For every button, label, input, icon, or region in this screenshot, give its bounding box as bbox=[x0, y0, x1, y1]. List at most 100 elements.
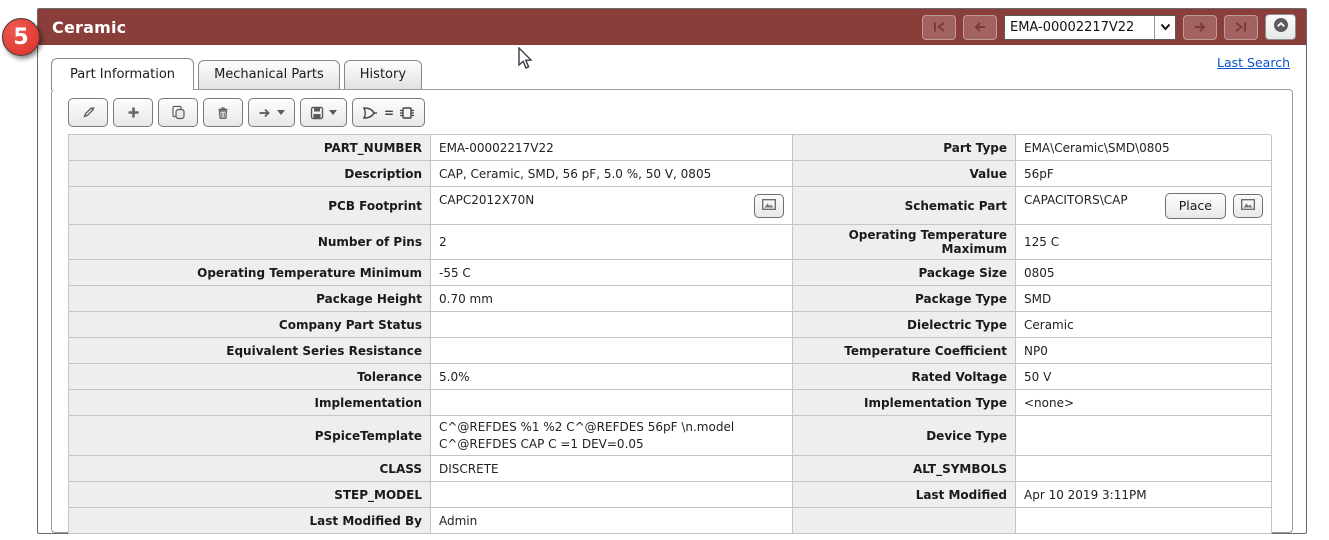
pencil-icon bbox=[81, 105, 96, 120]
tab-mechanical-parts[interactable]: Mechanical Parts bbox=[198, 60, 340, 89]
caret-down-icon bbox=[329, 110, 337, 115]
field-value: 56pF bbox=[1016, 161, 1272, 187]
field-value: Ceramic bbox=[1016, 312, 1272, 338]
field-label: Description bbox=[69, 161, 431, 187]
selected-part-number: EMA-00002217V22 bbox=[1010, 19, 1135, 35]
edit-button[interactable] bbox=[68, 98, 108, 127]
tab-bar: Part Information Mechanical Parts Histor… bbox=[51, 58, 1293, 90]
tab-history[interactable]: History bbox=[343, 60, 423, 89]
field-value bbox=[431, 312, 793, 338]
part-attributes-table: PART_NUMBER EMA-00002217V22 Part Type EM… bbox=[68, 134, 1272, 534]
field-label: Rated Voltage bbox=[793, 364, 1016, 390]
arrow-left-icon bbox=[973, 21, 987, 33]
field-value: <none> bbox=[1016, 390, 1272, 416]
arrow-right-icon bbox=[1193, 21, 1207, 33]
chip-icon bbox=[399, 106, 415, 120]
field-label: Equivalent Series Resistance bbox=[69, 338, 431, 364]
field-label: Number of Pins bbox=[69, 225, 431, 260]
circle-up-arrow-icon bbox=[1273, 17, 1289, 37]
field-label: ALT_SYMBOLS bbox=[793, 456, 1016, 482]
field-value: EMA\Ceramic\SMD\0805 bbox=[1016, 135, 1272, 161]
part-number-select[interactable]: EMA-00002217V22 bbox=[1004, 14, 1176, 40]
field-value: 2 bbox=[431, 225, 793, 260]
header-bar: Ceramic EMA-00002217V22 bbox=[38, 9, 1306, 45]
field-label: Company Part Status bbox=[69, 312, 431, 338]
field-label: STEP_MODEL bbox=[69, 482, 431, 508]
field-value: EMA-00002217V22 bbox=[431, 135, 793, 161]
logic-gate-icon bbox=[362, 106, 379, 120]
field-label: Device Type bbox=[793, 416, 1016, 456]
schematic-part-value: CAPACITORS\CAP bbox=[1024, 193, 1128, 207]
symbol-footprint-check-button[interactable]: = bbox=[352, 98, 426, 127]
copy-button[interactable] bbox=[158, 98, 198, 127]
schematic-part-actions: Place bbox=[1164, 192, 1263, 219]
annotation-badge: 5 bbox=[2, 18, 40, 56]
field-label: Part Type bbox=[793, 135, 1016, 161]
arrow-right-icon bbox=[258, 107, 272, 119]
field-value: NP0 bbox=[1016, 338, 1272, 364]
field-label: Temperature Coefficient bbox=[793, 338, 1016, 364]
field-label: Package Size bbox=[793, 260, 1016, 286]
field-label bbox=[793, 508, 1016, 534]
field-value: Apr 10 2019 3:11PM bbox=[1016, 482, 1272, 508]
next-part-button[interactable] bbox=[1183, 14, 1217, 40]
equals-icon: = bbox=[384, 105, 395, 120]
image-icon bbox=[1241, 198, 1255, 213]
chevron-down-icon bbox=[1154, 15, 1175, 39]
collapse-header-button[interactable] bbox=[1265, 14, 1296, 40]
add-button[interactable] bbox=[113, 98, 153, 127]
field-label: Operating Temperature Maximum bbox=[793, 225, 1016, 260]
field-value: SMD bbox=[1016, 286, 1272, 312]
field-value: Admin bbox=[431, 508, 793, 534]
field-value bbox=[431, 482, 793, 508]
field-label: Last Modified bbox=[793, 482, 1016, 508]
field-value bbox=[431, 390, 793, 416]
field-value bbox=[431, 338, 793, 364]
last-part-button[interactable] bbox=[1224, 14, 1258, 40]
plus-icon bbox=[127, 106, 140, 119]
field-value: CAP, Ceramic, SMD, 56 pF, 5.0 %, 50 V, 0… bbox=[431, 161, 793, 187]
copy-icon bbox=[171, 105, 186, 120]
field-label: PCB Footprint bbox=[69, 187, 431, 225]
place-button[interactable]: Place bbox=[1164, 192, 1226, 219]
first-part-button[interactable] bbox=[922, 14, 956, 40]
part-navigation: EMA-00002217V22 bbox=[922, 14, 1296, 40]
field-value: CAPACITORS\CAP Place bbox=[1016, 187, 1272, 225]
page-title: Ceramic bbox=[52, 17, 127, 37]
field-value: C^@REFDES %1 %2 C^@REFDES 56pF \n.model … bbox=[431, 416, 793, 456]
field-value: 50 V bbox=[1016, 364, 1272, 390]
first-icon bbox=[932, 21, 946, 33]
field-value bbox=[1016, 508, 1272, 534]
image-icon bbox=[762, 198, 776, 213]
field-value bbox=[1016, 456, 1272, 482]
part-details-window: Ceramic EMA-00002217V22 Last Search Part… bbox=[37, 8, 1307, 534]
field-label: Operating Temperature Minimum bbox=[69, 260, 431, 286]
field-label: PART_NUMBER bbox=[69, 135, 431, 161]
pcb-footprint-value: CAPC2012X70N bbox=[439, 193, 535, 207]
save-button[interactable] bbox=[300, 98, 347, 127]
field-label: Package Type bbox=[793, 286, 1016, 312]
field-value: 0805 bbox=[1016, 260, 1272, 286]
field-value: 5.0% bbox=[431, 364, 793, 390]
field-value: 125 C bbox=[1016, 225, 1272, 260]
field-value: DISCRETE bbox=[431, 456, 793, 482]
field-value: -55 C bbox=[431, 260, 793, 286]
field-label: Dielectric Type bbox=[793, 312, 1016, 338]
field-value bbox=[1016, 416, 1272, 456]
field-label: Schematic Part bbox=[793, 187, 1016, 225]
toolbar: = bbox=[52, 90, 1292, 131]
footprint-preview-button[interactable] bbox=[754, 193, 784, 218]
field-value: CAPC2012X70N bbox=[431, 187, 793, 225]
tab-part-information[interactable]: Part Information bbox=[51, 58, 195, 90]
field-label: Implementation bbox=[69, 390, 431, 416]
caret-down-icon bbox=[277, 110, 285, 115]
field-value: 0.70 mm bbox=[431, 286, 793, 312]
symbol-preview-button[interactable] bbox=[1233, 193, 1263, 218]
part-information-panel: = PART_NUMBER EMA-00002217V22 Part Type … bbox=[51, 89, 1293, 534]
field-label: Implementation Type bbox=[793, 390, 1016, 416]
transfer-button[interactable] bbox=[248, 98, 295, 127]
save-icon bbox=[310, 106, 324, 120]
trash-icon bbox=[216, 106, 230, 120]
delete-button[interactable] bbox=[203, 98, 243, 127]
previous-part-button[interactable] bbox=[963, 14, 997, 40]
